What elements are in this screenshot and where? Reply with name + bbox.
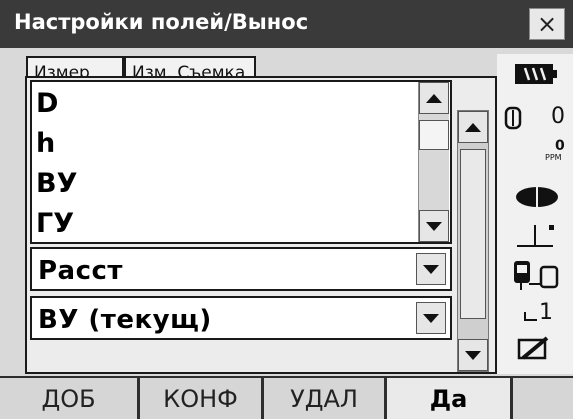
chevron-down-icon: [423, 265, 439, 274]
dropdown-value: Расст: [38, 256, 123, 286]
close-button[interactable]: ×: [529, 8, 565, 40]
list-item[interactable]: D: [36, 90, 58, 117]
tilt-icon[interactable]: [515, 219, 559, 253]
edit-icon[interactable]: [517, 336, 551, 366]
list-item[interactable]: ВУ: [36, 170, 77, 197]
panel-scroll-down-button[interactable]: [458, 339, 488, 371]
ppm-unit-label: PPM: [545, 153, 562, 162]
list-item[interactable]: ГУ: [36, 210, 74, 237]
dropdown-arrow-button[interactable]: [416, 302, 446, 334]
list-item[interactable]: h: [36, 130, 55, 157]
dropdown-arrow-button[interactable]: [416, 253, 446, 285]
yes-softkey[interactable]: Да: [387, 378, 510, 419]
list-scroll-up-button[interactable]: [419, 82, 449, 114]
page-number[interactable]: 1: [539, 300, 553, 325]
distance-dropdown[interactable]: Расст: [30, 247, 452, 291]
battery-icon[interactable]: [515, 64, 557, 88]
delete-softkey[interactable]: УДАЛ: [264, 378, 384, 419]
window-title: Настройки полей/Вынос: [14, 10, 309, 34]
list-scroll-down-button[interactable]: [419, 210, 449, 242]
tab-survey[interactable]: Изм. Съемка: [124, 56, 256, 78]
close-icon: ×: [536, 10, 558, 38]
angle-dropdown[interactable]: ВУ (текущ): [30, 296, 452, 340]
prism-constant-value[interactable]: 0: [551, 104, 565, 129]
field-listbox[interactable]: D h ВУ ГУ: [30, 80, 452, 244]
softkey-bar: ДОБ КОНФ УДАЛ Да: [0, 376, 573, 419]
config-softkey[interactable]: КОНФ: [140, 378, 261, 419]
panel-scroll-up-button[interactable]: [458, 111, 488, 143]
tab-measure[interactable]: Измер: [26, 56, 124, 78]
title-bar: Настройки полей/Вынос ×: [0, 0, 573, 48]
screen: Настройки полей/Вынос × Измер Изм. Съемк…: [0, 0, 573, 419]
list-scroll-thumb[interactable]: [419, 120, 449, 150]
prism-icon: [503, 106, 525, 136]
arrow-up-icon: [465, 123, 481, 132]
status-column: 0 0 PPM 1: [497, 54, 573, 374]
ppm-value[interactable]: 0: [555, 138, 565, 154]
page-icon: [523, 306, 539, 326]
panel-scroll-thumb[interactable]: [460, 149, 486, 319]
panel-scrollbar[interactable]: [457, 110, 489, 372]
chevron-down-icon: [423, 314, 439, 323]
arrow-down-icon: [426, 222, 442, 231]
arrow-down-icon: [465, 351, 481, 360]
empty-softkey[interactable]: [513, 378, 573, 419]
target-icon[interactable]: [515, 186, 559, 212]
add-softkey[interactable]: ДОБ: [0, 378, 137, 419]
arrow-up-icon: [426, 94, 442, 103]
dropdown-value: ВУ (текущ): [38, 305, 212, 335]
list-scrollbar[interactable]: [418, 82, 449, 242]
communication-icon[interactable]: [511, 258, 561, 296]
